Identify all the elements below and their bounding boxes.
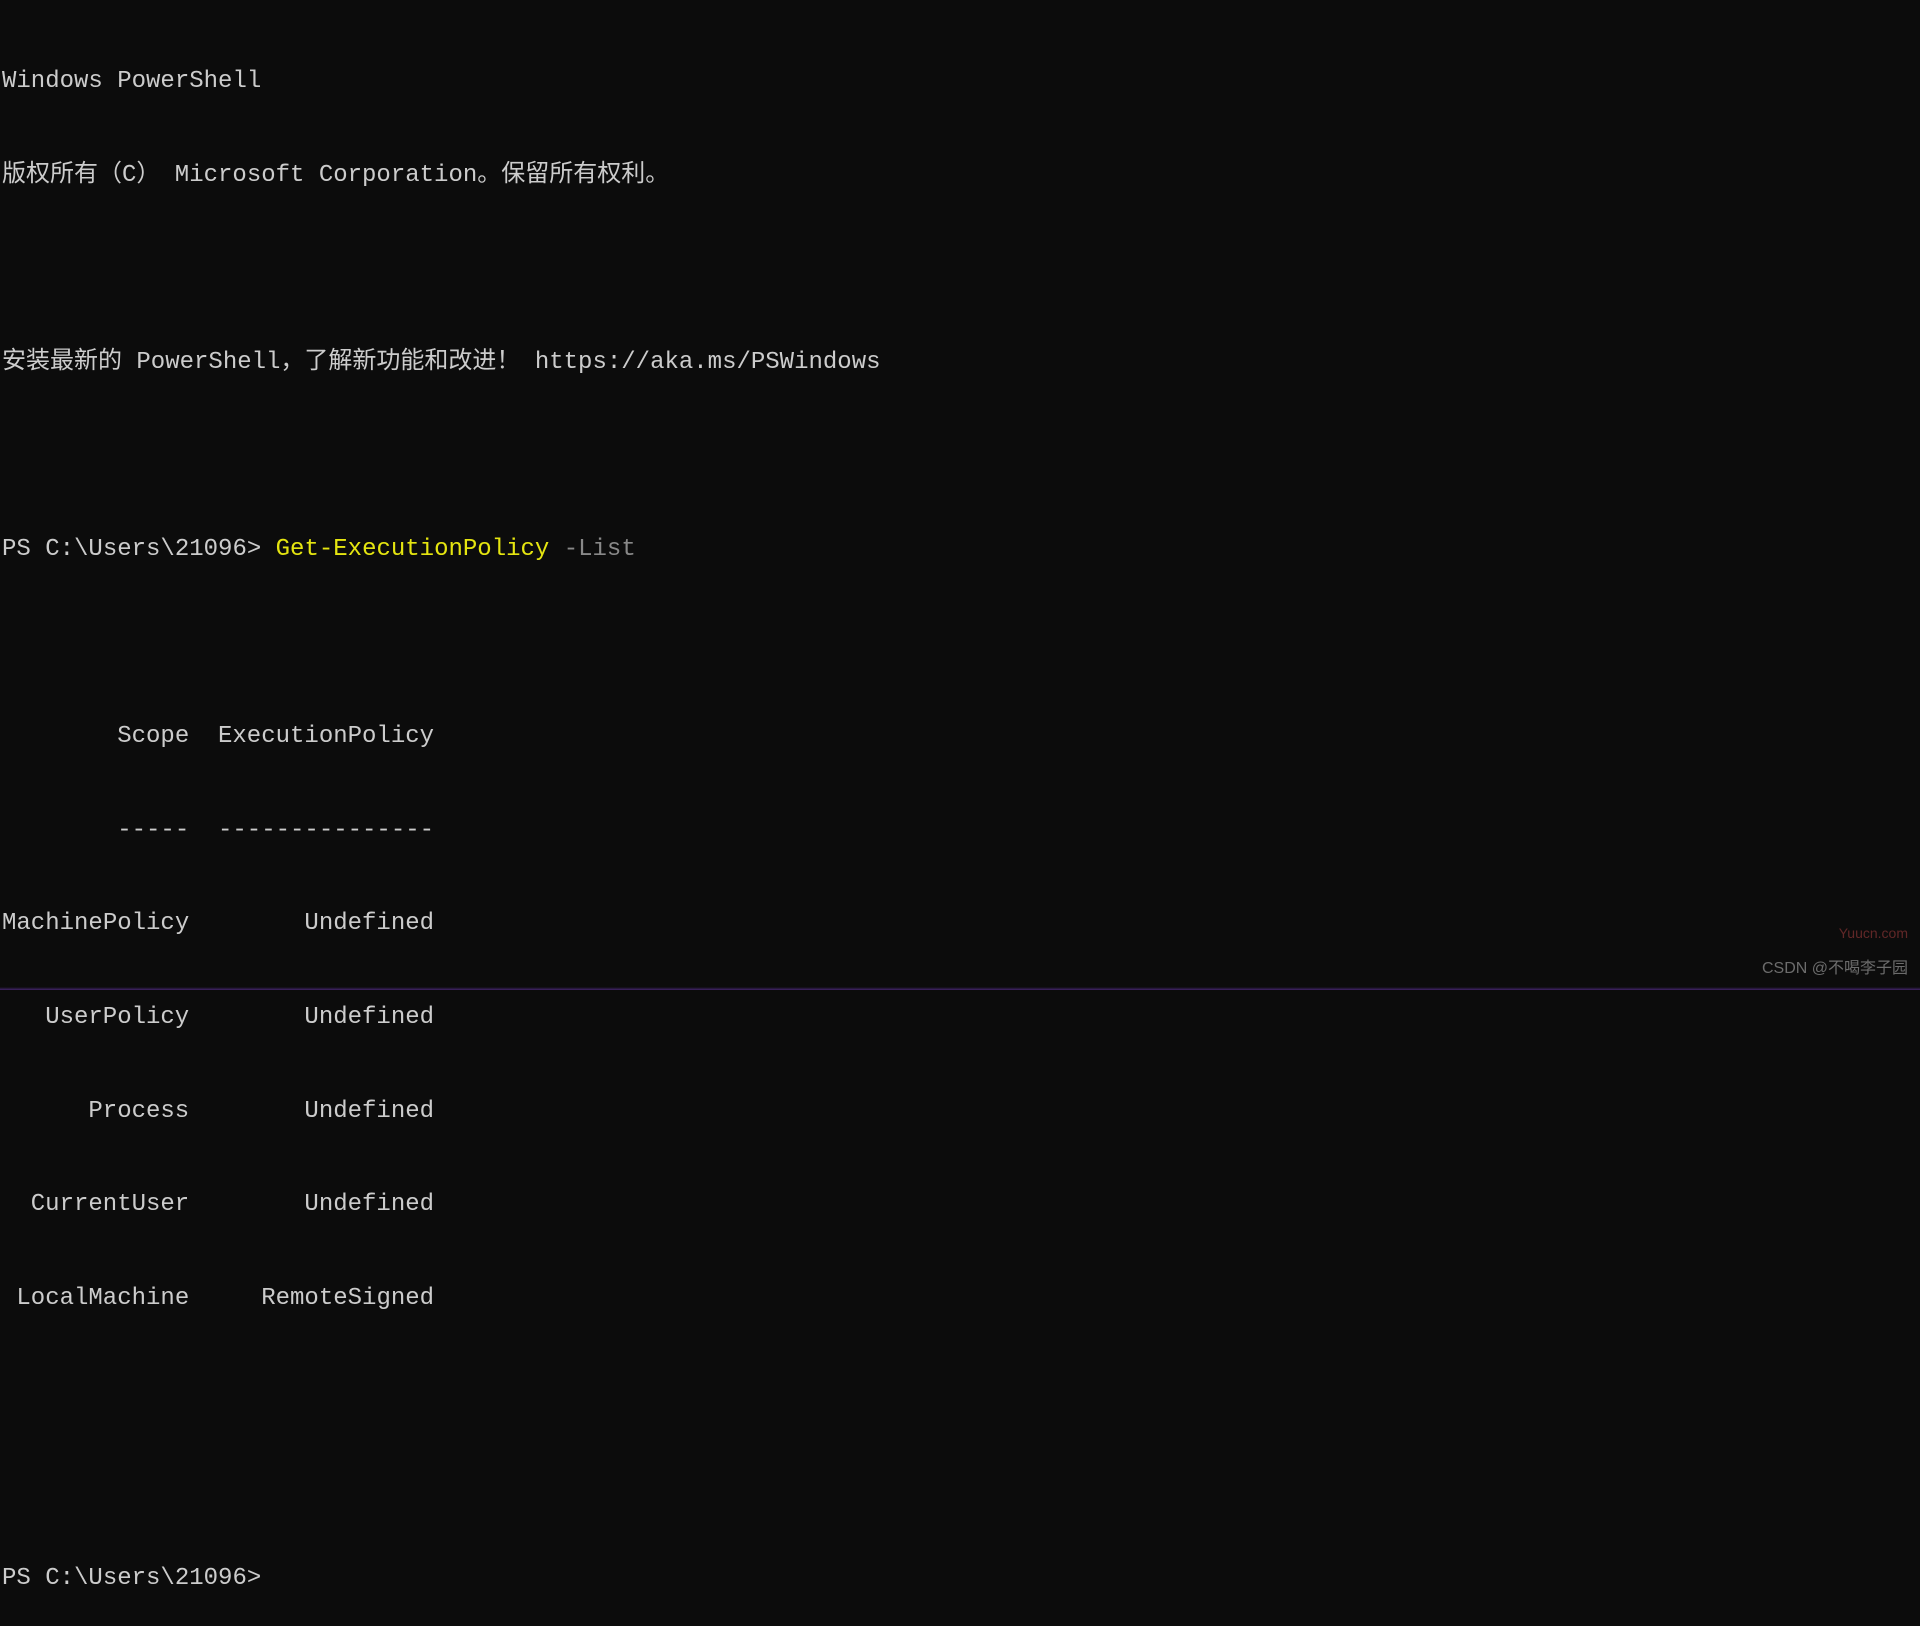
table-row: UserPolicy Undefined <box>2 1002 1918 1033</box>
watermark-yuucn: Yuucn.com <box>1839 924 1908 942</box>
cell-policy: RemoteSigned <box>204 1283 434 1314</box>
blank-line <box>2 1376 1918 1407</box>
cell-policy: Undefined <box>204 1189 434 1220</box>
cell-scope: UserPolicy <box>2 1002 189 1033</box>
table-row: Process Undefined <box>2 1096 1918 1127</box>
command-line-1: PS C:\Users\21096> Get-ExecutionPolicy -… <box>2 534 1918 565</box>
ps-prompt: PS C:\Users\21096> <box>2 536 276 563</box>
blank-line <box>2 628 1918 659</box>
command-line-2[interactable]: PS C:\Users\21096> <box>2 1563 1918 1594</box>
blank-line <box>2 1470 1918 1501</box>
cell-scope: MachinePolicy <box>2 908 189 939</box>
table-header: Scope ExecutionPolicy <box>2 721 1918 752</box>
cell-policy: Undefined <box>204 1002 434 1033</box>
cell-policy: Undefined <box>204 908 434 939</box>
ps-prompt: PS C:\Users\21096> <box>2 1565 276 1592</box>
sep-policy: --------------- <box>204 815 434 846</box>
cell-scope: CurrentUser <box>2 1189 189 1220</box>
sep-scope: ----- <box>2 815 189 846</box>
header-scope: Scope <box>2 721 189 752</box>
watermark-csdn: CSDN @不喝李子园 <box>1762 959 1908 980</box>
ps-copyright: 版权所有（C） Microsoft Corporation。保留所有权利。 <box>2 160 1918 191</box>
ps-title: Windows PowerShell <box>2 66 1918 97</box>
blank-line <box>2 254 1918 285</box>
cell-scope: LocalMachine <box>2 1283 189 1314</box>
blank-line <box>2 441 1918 472</box>
table-row: MachinePolicy Undefined <box>2 908 1918 939</box>
cell-policy: Undefined <box>204 1096 434 1127</box>
table-separator: -------------------- <box>2 815 1918 846</box>
header-policy: ExecutionPolicy <box>204 721 434 752</box>
command-argument: -List <box>549 536 635 563</box>
command-name: Get-ExecutionPolicy <box>276 536 550 563</box>
table-row: CurrentUser Undefined <box>2 1189 1918 1220</box>
ps-install-hint: 安装最新的 PowerShell，了解新功能和改进！ https://aka.m… <box>2 347 1918 378</box>
table-row: LocalMachine RemoteSigned <box>2 1283 1918 1314</box>
terminal-output[interactable]: Windows PowerShell 版权所有（C） Microsoft Cor… <box>2 4 1918 1626</box>
cell-scope: Process <box>2 1096 189 1127</box>
